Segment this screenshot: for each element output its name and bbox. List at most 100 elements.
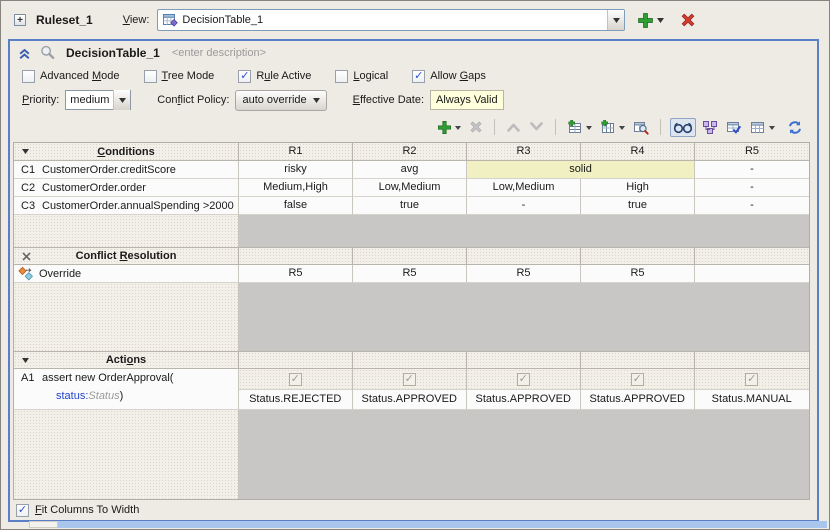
zoom-preview-button[interactable] <box>39 45 56 61</box>
cell-c1-r5[interactable]: - <box>695 161 809 179</box>
parameter-type: Status <box>88 390 119 402</box>
conflict-resolution-section-header[interactable]: Conflict Resolution <box>14 247 809 265</box>
view-combobox-dropdown-button[interactable] <box>607 10 624 30</box>
compact-view-toggle-button[interactable] <box>670 118 696 137</box>
cell-c3-r1[interactable]: false <box>239 197 353 215</box>
refresh-button[interactable] <box>785 118 805 137</box>
rule-column-header-r3[interactable]: R3 <box>467 143 581 160</box>
gap-analysis-button[interactable] <box>700 118 720 137</box>
action-value-r5[interactable]: Status.MANUAL <box>695 390 809 410</box>
move-down-button[interactable] <box>527 120 546 134</box>
cell-c1-r3-r4-merged[interactable]: solid <box>467 161 695 179</box>
section-menu-icon[interactable] <box>22 149 29 154</box>
action-check-r1[interactable] <box>239 369 353 390</box>
action-check-r5[interactable] <box>695 369 809 390</box>
priority-dropdown-button[interactable] <box>113 90 130 110</box>
rule-column-header-r1[interactable]: R1 <box>239 143 353 160</box>
effective-date-field[interactable]: Always Valid <box>430 90 504 110</box>
conflict-header-cell <box>467 248 581 264</box>
delete-button[interactable] <box>467 118 485 136</box>
delete-ruleset-item-button[interactable] <box>680 12 696 28</box>
section-menu-icon[interactable] <box>22 358 29 363</box>
tree-mode-label: Tree Mode <box>162 70 215 82</box>
cell-c2-r1[interactable]: Medium,High <box>239 179 353 197</box>
fit-columns-checkbox[interactable] <box>16 504 29 517</box>
advanced-mode-checkbox[interactable]: Advanced Mode <box>22 70 120 83</box>
override-cell-r5[interactable] <box>695 265 809 283</box>
rule-active-checkbox[interactable]: Rule Active <box>238 70 311 83</box>
condition-label-cell[interactable]: C1 CustomerOrder.creditScore <box>14 161 239 179</box>
rule-column-header-r4[interactable]: R4 <box>581 143 695 160</box>
override-label-cell[interactable]: Override <box>14 265 239 283</box>
rule-column-header-r5[interactable]: R5 <box>695 143 809 160</box>
conflict-policy-dropdown[interactable]: auto override <box>235 90 326 111</box>
conditions-header-cell[interactable]: Conditions <box>14 143 239 160</box>
description-placeholder[interactable]: <enter description> <box>172 47 266 59</box>
cell-c2-r5[interactable]: - <box>695 179 809 197</box>
filler-gray <box>239 410 809 499</box>
checkbox-icon[interactable] <box>745 373 758 386</box>
ruleset-expand-button[interactable]: + <box>14 14 26 26</box>
action-check-r4[interactable] <box>581 369 695 390</box>
action-check-r3[interactable] <box>467 369 581 390</box>
cell-c2-r4[interactable]: High <box>581 179 695 197</box>
priority-combobox[interactable]: medium <box>65 90 131 110</box>
condition-label-cell[interactable]: C3 CustomerOrder.annualSpending >2000 <box>14 197 239 215</box>
action-value-r4[interactable]: Status.APPROVED <box>581 390 695 410</box>
cell-c3-r5[interactable]: - <box>695 197 809 215</box>
actions-section-header[interactable]: Actions <box>14 351 809 369</box>
row-id: C1 <box>14 164 42 176</box>
checkbox-icon[interactable] <box>144 70 157 83</box>
action-check-r2[interactable] <box>353 369 467 390</box>
insert-column-menu-button[interactable] <box>598 118 627 137</box>
tree-mode-checkbox[interactable]: Tree Mode <box>144 70 215 83</box>
parameter-name-link[interactable]: status <box>56 390 85 402</box>
collapse-section-button[interactable] <box>18 47 31 60</box>
action-expression-cell[interactable]: A1 assert new OrderApproval( status:Stat… <box>14 369 239 410</box>
checkbox-icon[interactable] <box>22 70 35 83</box>
action-value-r2[interactable]: Status.APPROVED <box>353 390 467 410</box>
checkbox-icon[interactable] <box>335 70 348 83</box>
close-section-icon[interactable] <box>22 252 31 261</box>
cell-c1-r2[interactable]: avg <box>353 161 467 179</box>
cell-c3-r3[interactable]: - <box>467 197 581 215</box>
chevron-down-icon[interactable] <box>657 14 664 26</box>
horizontal-scrollbar[interactable] <box>58 521 827 528</box>
cell-c3-r2[interactable]: true <box>353 197 467 215</box>
override-cell-r4[interactable]: R5 <box>581 265 695 283</box>
cell-c3-r4[interactable]: true <box>581 197 695 215</box>
logical-checkbox[interactable]: Logical <box>335 70 388 83</box>
rule-column-header-r2[interactable]: R2 <box>353 143 467 160</box>
conditions-section-header[interactable]: Conditions R1 R2 R3 R4 R5 <box>14 143 809 161</box>
action-value-r3[interactable]: Status.APPROVED <box>467 390 581 410</box>
checkbox-icon[interactable] <box>289 373 302 386</box>
conflict-policy-value: auto override <box>242 94 306 106</box>
conflict-resolution-header-cell[interactable]: Conflict Resolution <box>14 248 239 264</box>
validate-table-button[interactable] <box>724 118 744 137</box>
move-up-button[interactable] <box>504 120 523 134</box>
checkbox-icon[interactable] <box>412 70 425 83</box>
filler-left <box>14 410 239 499</box>
override-cell-r3[interactable]: R5 <box>467 265 581 283</box>
actions-header-cell[interactable]: Actions <box>14 352 239 368</box>
find-row-button[interactable] <box>631 118 651 137</box>
checkbox-icon[interactable] <box>631 373 644 386</box>
checkbox-icon[interactable] <box>238 70 251 83</box>
filler-left <box>14 215 239 247</box>
view-combobox[interactable]: DecisionTable_1 <box>157 9 625 31</box>
allow-gaps-checkbox[interactable]: Allow Gaps <box>412 70 486 83</box>
override-cell-r2[interactable]: R5 <box>353 265 467 283</box>
condition-label-cell[interactable]: C2 CustomerOrder.order <box>14 179 239 197</box>
add-ruleset-item-button[interactable] <box>637 12 664 29</box>
actions-filler-row <box>14 410 809 499</box>
add-rule-button[interactable] <box>435 118 463 137</box>
override-cell-r1[interactable]: R5 <box>239 265 353 283</box>
checkbox-icon[interactable] <box>517 373 530 386</box>
action-value-r1[interactable]: Status.REJECTED <box>239 390 353 410</box>
checkbox-icon[interactable] <box>403 373 416 386</box>
table-options-menu-button[interactable] <box>748 118 777 137</box>
insert-row-menu-button[interactable] <box>565 118 594 137</box>
cell-c1-r1[interactable]: risky <box>239 161 353 179</box>
cell-c2-r3[interactable]: Low,Medium <box>467 179 581 197</box>
cell-c2-r2[interactable]: Low,Medium <box>353 179 467 197</box>
